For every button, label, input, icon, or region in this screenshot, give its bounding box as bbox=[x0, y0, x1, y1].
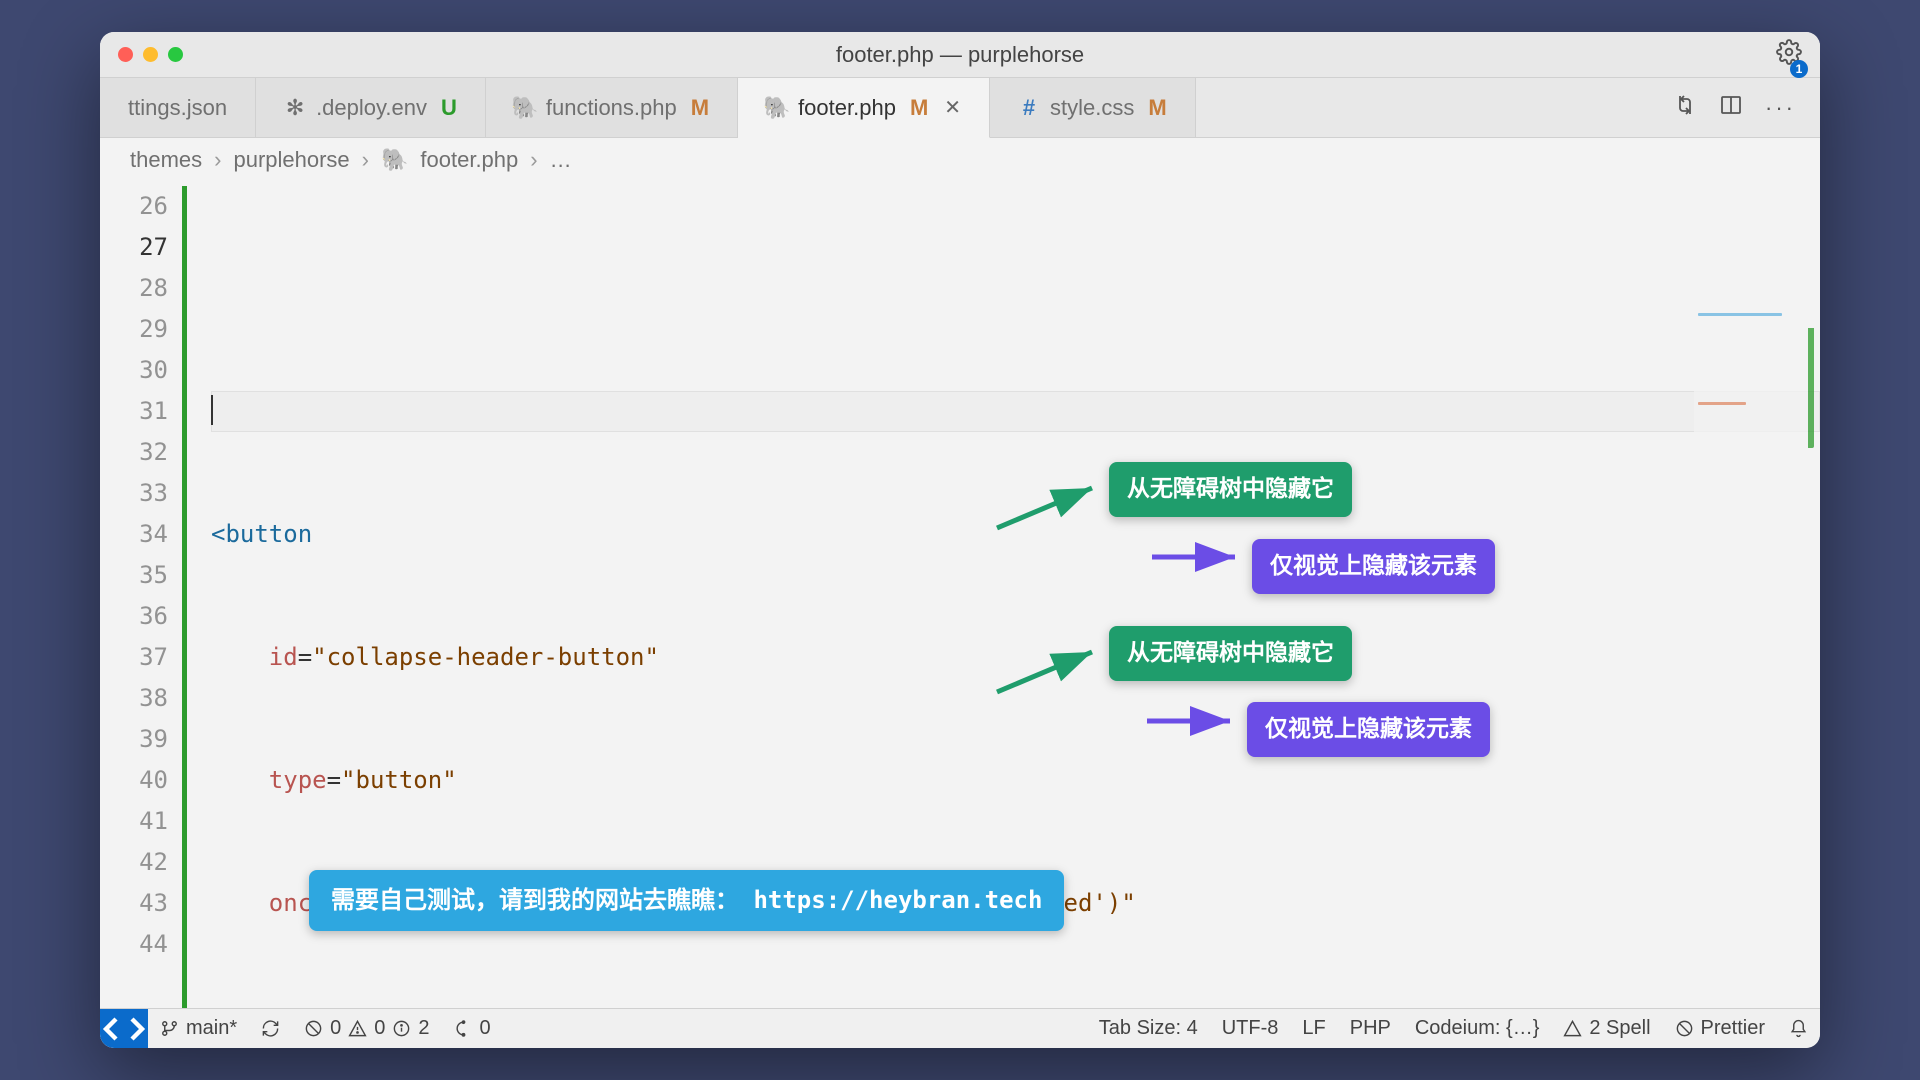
line-gutter: 26 27 28 29 30 31 32 33 34 35 36 37 38 3… bbox=[100, 182, 182, 1008]
chevron-right-icon: › bbox=[530, 147, 537, 173]
hash-icon: # bbox=[1018, 97, 1040, 119]
settings-badge[interactable]: 1 bbox=[1790, 60, 1808, 78]
annotation-purple: 仅视觉上隐藏该元素 bbox=[1247, 702, 1490, 757]
annotation-green: 从无障碍树中隐藏它 bbox=[1109, 626, 1352, 681]
tab-functions-php[interactable]: 🐘 functions.php M bbox=[486, 78, 738, 137]
chevron-right-icon: › bbox=[214, 147, 221, 173]
tab-footer-php[interactable]: 🐘 footer.php M ✕ bbox=[738, 78, 990, 138]
annotation-green: 从无障碍树中隐藏它 bbox=[1109, 462, 1352, 517]
spell-button[interactable]: 2 Spell bbox=[1551, 1017, 1662, 1040]
compare-icon[interactable] bbox=[1673, 93, 1697, 122]
split-editor-icon[interactable] bbox=[1719, 93, 1743, 122]
ports-button[interactable]: 0 bbox=[442, 1017, 503, 1040]
language-button[interactable]: PHP bbox=[1338, 1017, 1403, 1040]
chevron-right-icon: › bbox=[362, 147, 369, 173]
problems-button[interactable]: 0 0 2 bbox=[292, 1017, 441, 1040]
notifications-button[interactable] bbox=[1777, 1019, 1820, 1038]
tab-actions: ··· bbox=[1649, 78, 1820, 137]
git-status-modified: M bbox=[691, 95, 709, 121]
git-status-modified: M bbox=[910, 95, 928, 121]
annotation-purple: 仅视觉上隐藏该元素 bbox=[1252, 539, 1495, 594]
sync-button[interactable] bbox=[249, 1019, 292, 1038]
maximize-window-button[interactable] bbox=[168, 47, 183, 62]
eol-button[interactable]: LF bbox=[1290, 1017, 1337, 1040]
prettier-button[interactable]: Prettier bbox=[1663, 1017, 1777, 1040]
annotation-note: 需要自己测试，请到我的网站去瞧瞧： https://heybran.tech bbox=[309, 870, 1064, 931]
tab-deploy-env[interactable]: ✻ .deploy.env U bbox=[256, 78, 486, 137]
tab-label: functions.php bbox=[546, 95, 677, 121]
more-icon[interactable]: ··· bbox=[1765, 95, 1796, 121]
git-status-untracked: U bbox=[441, 95, 457, 121]
minimap[interactable] bbox=[1694, 188, 1814, 448]
breadcrumb-segment[interactable]: footer.php bbox=[420, 147, 518, 173]
tab-label: .deploy.env bbox=[316, 95, 427, 121]
text-cursor bbox=[211, 395, 213, 425]
minimize-window-button[interactable] bbox=[143, 47, 158, 62]
breadcrumb-overflow[interactable]: … bbox=[550, 147, 572, 173]
arrow-icon bbox=[1142, 706, 1242, 736]
tab-size-button[interactable]: Tab Size: 4 bbox=[1087, 1017, 1210, 1040]
breadcrumb[interactable]: themes › purplehorse › 🐘 footer.php › … bbox=[100, 138, 1820, 182]
code-editor[interactable]: 26 27 28 29 30 31 32 33 34 35 36 37 38 3… bbox=[100, 182, 1820, 1008]
php-icon: 🐘 bbox=[766, 97, 788, 119]
tab-settings-json[interactable]: ttings.json bbox=[100, 78, 256, 137]
tab-label: ttings.json bbox=[128, 95, 227, 121]
breadcrumb-segment[interactable]: themes bbox=[130, 147, 202, 173]
remote-button[interactable] bbox=[100, 1009, 148, 1048]
editor-window: footer.php — purplehorse 1 ttings.json ✻… bbox=[100, 32, 1820, 1048]
git-status-modified: M bbox=[1148, 95, 1166, 121]
php-icon: 🐘 bbox=[514, 97, 536, 119]
breadcrumb-segment[interactable]: purplehorse bbox=[233, 147, 349, 173]
status-bar: main* 0 0 2 0 Tab Size: 4 UTF-8 LF PHP C… bbox=[100, 1008, 1820, 1048]
close-tab-button[interactable]: ✕ bbox=[944, 95, 961, 120]
titlebar: footer.php — purplehorse 1 bbox=[100, 32, 1820, 78]
code-area[interactable]: <button id="collapse-header-button" type… bbox=[187, 182, 1820, 1008]
window-controls bbox=[118, 47, 183, 62]
git-branch-button[interactable]: main* bbox=[148, 1017, 249, 1040]
tab-label: footer.php bbox=[798, 95, 896, 121]
codeium-button[interactable]: Codeium: {…} bbox=[1403, 1017, 1552, 1040]
tab-style-css[interactable]: # style.css M bbox=[990, 78, 1196, 137]
close-window-button[interactable] bbox=[118, 47, 133, 62]
tab-label: style.css bbox=[1050, 95, 1134, 121]
gear-icon: ✻ bbox=[284, 97, 306, 119]
window-title: footer.php — purplehorse bbox=[100, 42, 1820, 68]
tab-bar: ttings.json ✻ .deploy.env U 🐘 functions.… bbox=[100, 78, 1820, 138]
php-icon: 🐘 bbox=[381, 147, 408, 173]
encoding-button[interactable]: UTF-8 bbox=[1210, 1017, 1291, 1040]
